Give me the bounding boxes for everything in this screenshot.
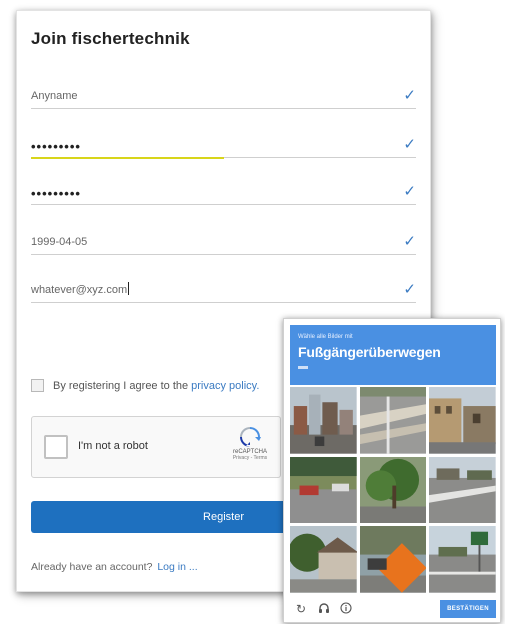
check-icon: ✓ — [403, 183, 416, 200]
name-value: Anyname — [31, 90, 78, 102]
check-icon: ✓ — [403, 87, 416, 104]
recaptcha-widget: I'm not a robot reCAPTCHA Privacy - Term… — [31, 416, 281, 478]
check-icon: ✓ — [403, 233, 416, 250]
privacy-agreement: By registering I agree to the privacy po… — [31, 379, 259, 392]
birthdate-field[interactable]: 1999-04-05 ✓ — [31, 225, 416, 255]
recaptcha-logo: reCAPTCHA Privacy - Terms — [230, 427, 270, 461]
privacy-checkbox[interactable] — [31, 379, 44, 392]
email-value: whatever@xyz.com — [31, 282, 130, 296]
captcha-challenge-popup: Wähle alle Bilder mit Fußgängerüberwegen — [283, 318, 501, 623]
form-title: Join fischertechnik — [31, 29, 190, 48]
check-icon: ✓ — [403, 136, 416, 153]
challenge-tile[interactable] — [429, 456, 496, 524]
headphones-icon[interactable] — [318, 602, 330, 617]
login-link[interactable]: Log in ... — [157, 561, 197, 573]
login-prompt: Already have an account? Log in ... — [31, 561, 198, 573]
challenge-tile[interactable] — [359, 456, 427, 524]
challenge-footer: ↻ BESTÄTIGEN — [290, 600, 496, 620]
not-robot-label: I'm not a robot — [78, 440, 148, 452]
challenge-header: Wähle alle Bilder mit Fußgängerüberwegen — [290, 325, 496, 385]
birthdate-value: 1999-04-05 — [31, 236, 88, 248]
password-strength-bar — [31, 157, 224, 159]
challenge-tile[interactable] — [290, 456, 357, 524]
challenge-tile[interactable] — [429, 387, 496, 454]
challenge-tile[interactable] — [290, 526, 357, 593]
challenge-image-grid — [290, 387, 496, 593]
email-field[interactable]: whatever@xyz.com ✓ — [31, 273, 416, 303]
challenge-tile[interactable] — [290, 387, 357, 454]
password-value: ••••••••• — [31, 139, 81, 154]
challenge-instruction: Wähle alle Bilder mit — [298, 334, 353, 340]
name-field[interactable]: Anyname ✓ — [31, 79, 416, 109]
verify-button[interactable]: BESTÄTIGEN — [440, 600, 496, 618]
not-robot-checkbox[interactable] — [44, 435, 68, 459]
confirm-password-field[interactable]: ••••••••• ✓ — [31, 175, 416, 205]
challenge-tile[interactable] — [359, 387, 427, 454]
confirm-password-value: ••••••••• — [31, 186, 81, 201]
agree-text: By registering I agree to the — [53, 379, 189, 392]
challenge-tile[interactable] — [429, 526, 496, 593]
check-icon: ✓ — [403, 281, 416, 298]
recaptcha-icon — [240, 427, 261, 447]
challenge-subtext-bar — [298, 366, 308, 369]
info-icon[interactable] — [340, 602, 352, 617]
password-field[interactable]: ••••••••• ✓ — [31, 128, 416, 159]
privacy-policy-link[interactable]: privacy policy. — [191, 380, 259, 392]
reload-icon[interactable]: ↻ — [296, 602, 306, 616]
challenge-target: Fußgängerüberwegen — [298, 344, 441, 360]
challenge-tile[interactable] — [359, 526, 427, 593]
